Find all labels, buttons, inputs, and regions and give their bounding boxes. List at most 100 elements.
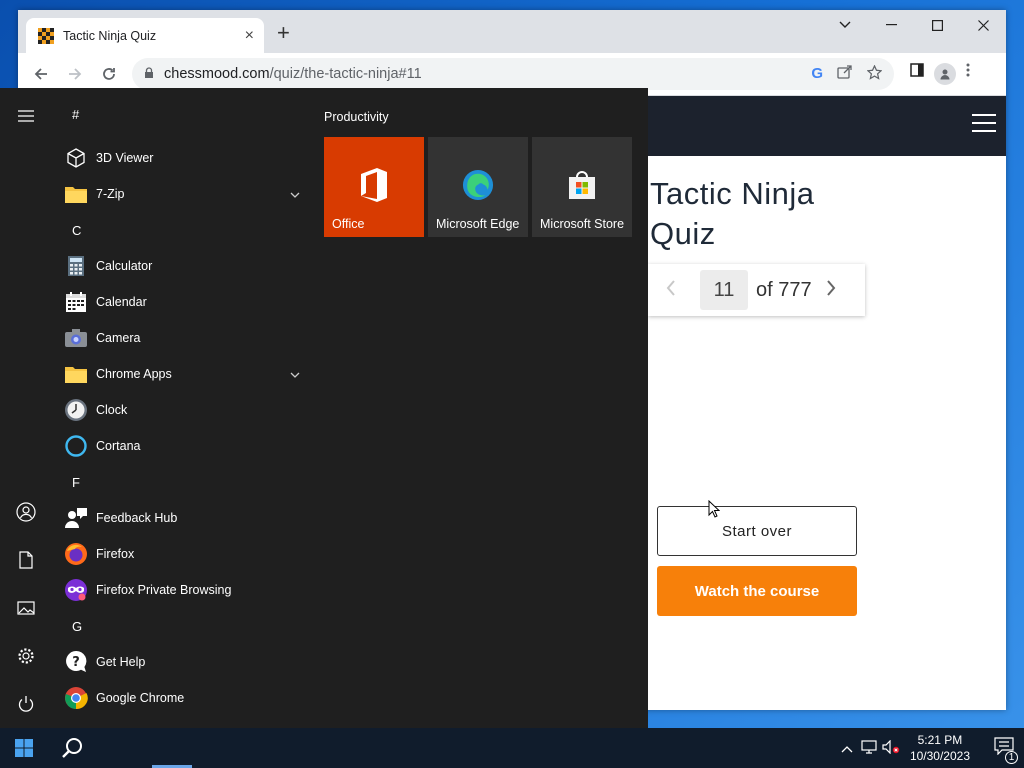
tile-microsoft-edge[interactable]: Microsoft Edge — [428, 137, 528, 237]
forward-button[interactable] — [60, 59, 90, 89]
tab-close-icon[interactable]: × — [245, 27, 254, 45]
menu-kebab-icon[interactable] — [966, 63, 970, 85]
app-3d-viewer[interactable]: 3D Viewer — [56, 140, 306, 176]
camera-icon — [64, 326, 88, 350]
profile-avatar-icon[interactable] — [934, 63, 956, 85]
app-label: 3D Viewer — [96, 151, 154, 165]
back-button[interactable] — [26, 59, 56, 89]
tile-label: Microsoft Edge — [436, 217, 520, 231]
clock[interactable]: 5:21 PM 10/30/2023 — [910, 732, 970, 764]
next-chevron-icon[interactable] — [826, 279, 836, 302]
lock-icon[interactable] — [144, 66, 154, 82]
app-label: Camera — [96, 331, 141, 345]
app-calculator[interactable]: Calculator — [56, 248, 306, 284]
action-center-button[interactable]: 1 — [984, 737, 1024, 764]
feedback-hub-icon — [64, 506, 88, 530]
network-icon[interactable] — [858, 739, 880, 757]
expand-hamburger-icon[interactable] — [14, 104, 38, 128]
app-label: Get Help — [96, 655, 146, 669]
app-firefox-private-browsing[interactable]: Firefox Private Browsing — [56, 572, 306, 608]
app-chrome-apps[interactable]: Chrome Apps — [56, 356, 306, 392]
power-icon[interactable] — [14, 692, 38, 716]
calendar-icon — [64, 290, 88, 314]
group-header-hash[interactable]: # — [56, 104, 306, 140]
minimize-button[interactable] — [868, 10, 914, 40]
omnibox-actions: G — [811, 63, 883, 84]
tile-office[interactable]: Office — [324, 137, 424, 237]
tab-strip: Tactic Ninja Quiz × + — [18, 10, 1006, 53]
group-header-f[interactable]: F — [56, 464, 306, 500]
start-button[interactable] — [0, 728, 48, 768]
app-feedback-hub[interactable]: Feedback Hub — [56, 500, 306, 536]
firefox-icon — [64, 542, 88, 566]
previous-chevron-icon[interactable] — [666, 279, 700, 302]
reload-button[interactable] — [94, 59, 124, 89]
system-tray: 5:21 PM 10/30/2023 1 — [836, 728, 1024, 768]
current-question-number[interactable]: 11 — [700, 270, 748, 310]
chrome-icon — [64, 686, 88, 710]
google-translate-icon[interactable]: G — [811, 65, 823, 84]
start-menu: # 3D Viewer 7-Zip C Calculator Calendar … — [0, 88, 648, 728]
app-label: Calendar — [96, 295, 147, 309]
tab-search-chevron-icon[interactable] — [822, 10, 868, 40]
taskbar: 5:21 PM 10/30/2023 1 — [0, 728, 1024, 768]
app-calendar[interactable]: Calendar — [56, 284, 306, 320]
tab-tactic-ninja-quiz[interactable]: Tactic Ninja Quiz × — [26, 18, 264, 53]
app-7-zip[interactable]: 7-Zip — [56, 176, 306, 212]
store-bag-icon — [566, 167, 598, 203]
pictures-icon[interactable] — [14, 596, 38, 620]
notification-count-badge: 1 — [1005, 751, 1018, 764]
app-get-help[interactable]: ? Get Help — [56, 644, 306, 680]
group-header-g[interactable]: G — [56, 608, 306, 644]
new-tab-button[interactable]: + — [277, 22, 290, 44]
app-label: Clock — [96, 403, 128, 417]
app-label: Chrome Apps — [96, 367, 172, 381]
tile-label: Office — [332, 217, 365, 231]
user-account-icon[interactable] — [14, 500, 38, 524]
volume-muted-icon[interactable] — [880, 739, 902, 757]
group-header-c[interactable]: C — [56, 212, 306, 248]
chevron-down-icon[interactable] — [290, 367, 300, 381]
app-cortana[interactable]: Cortana — [56, 428, 306, 464]
folder-icon — [64, 182, 88, 206]
calculator-icon — [64, 254, 88, 278]
tile-microsoft-store[interactable]: Microsoft Store — [532, 137, 632, 237]
app-label: Firefox Private Browsing — [96, 583, 232, 597]
url-path: /quiz/the-tactic-ninja#11 — [269, 66, 422, 82]
group-header-m[interactable]: M — [56, 716, 306, 728]
office-icon — [358, 167, 390, 203]
windows-logo-icon — [15, 739, 33, 757]
tile-label: Microsoft Store — [540, 217, 625, 231]
share-icon[interactable] — [837, 64, 853, 84]
app-camera[interactable]: Camera — [56, 320, 306, 356]
edge-icon — [462, 167, 494, 203]
maximize-button[interactable] — [914, 10, 960, 40]
settings-gear-icon[interactable] — [14, 644, 38, 668]
folder-icon — [64, 362, 88, 386]
url-host: chessmood.com — [164, 66, 270, 82]
show-hidden-icons-chevron-up-icon[interactable] — [836, 741, 858, 756]
chevron-down-icon[interactable] — [290, 187, 300, 201]
window-controls — [822, 10, 1006, 40]
search-button[interactable] — [48, 728, 96, 768]
app-google-chrome[interactable]: Google Chrome — [56, 680, 306, 716]
app-firefox[interactable]: Firefox — [56, 536, 306, 572]
documents-icon[interactable] — [14, 548, 38, 572]
start-over-button[interactable]: Start over — [657, 506, 857, 556]
tiles-group-title: Productivity — [324, 110, 389, 124]
bookmark-star-icon[interactable] — [866, 63, 883, 84]
get-help-icon: ? — [64, 650, 88, 674]
chessmood-favicon-icon — [38, 27, 54, 44]
app-label: 7-Zip — [96, 187, 125, 201]
total-questions: of 777 — [756, 278, 812, 301]
app-label: Feedback Hub — [96, 511, 178, 525]
app-label: Calculator — [96, 259, 153, 273]
address-bar[interactable]: chessmood.com/quiz/the-tactic-ninja#11 G — [132, 58, 894, 90]
watch-course-button[interactable]: Watch the course — [657, 566, 857, 616]
side-panel-icon[interactable] — [910, 63, 924, 85]
app-clock[interactable]: Clock — [56, 392, 306, 428]
clock-icon — [64, 398, 88, 422]
close-button[interactable] — [960, 10, 1006, 40]
clock-date: 10/30/2023 — [909, 749, 970, 763]
site-menu-hamburger-icon[interactable] — [972, 114, 996, 138]
